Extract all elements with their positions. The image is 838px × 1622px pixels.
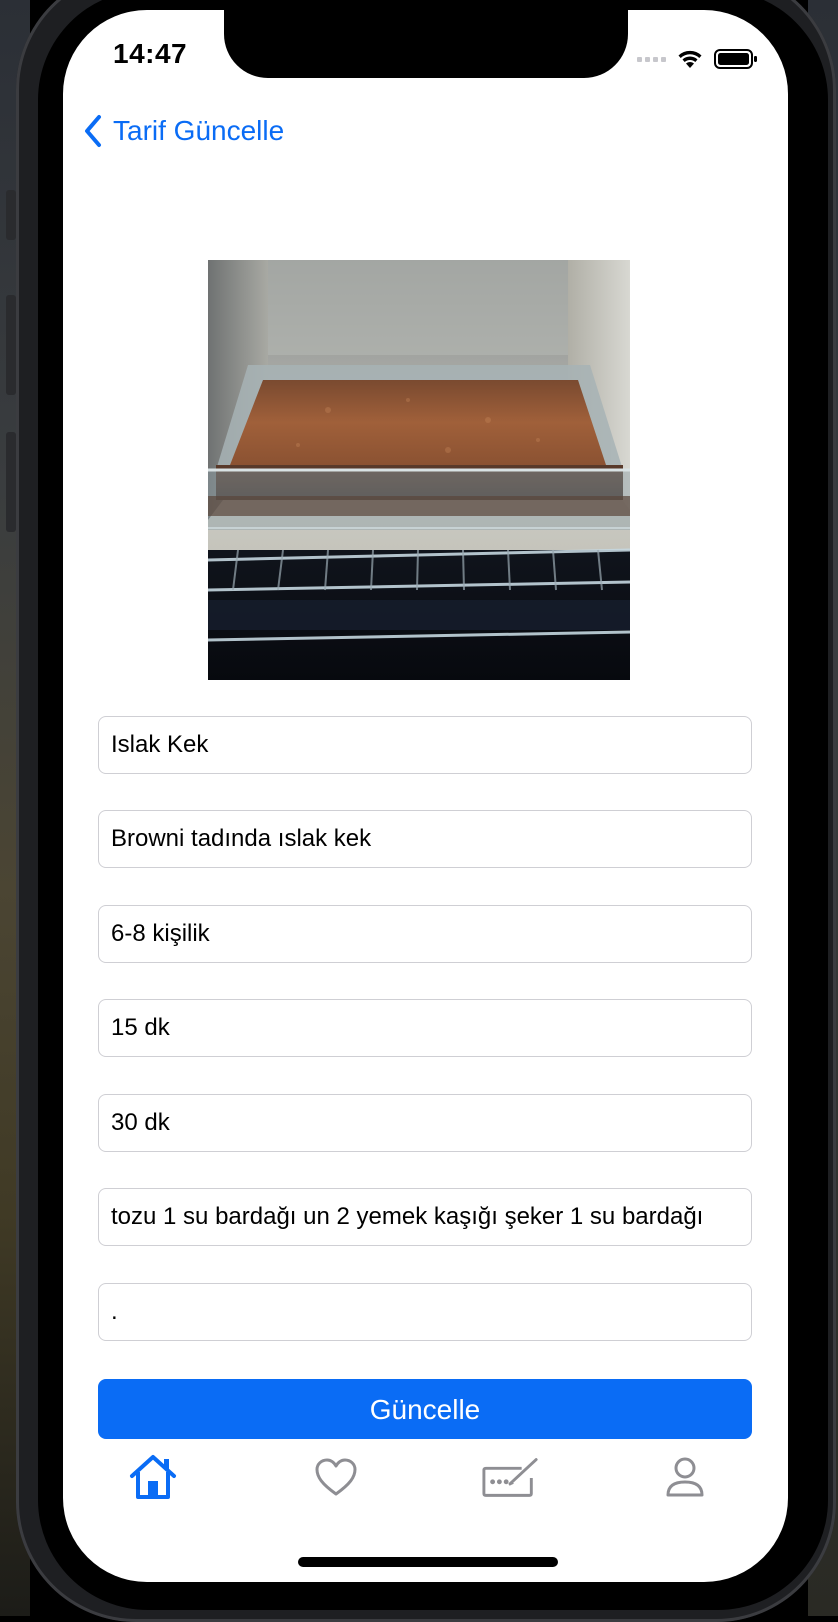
instructions-input[interactable]: [98, 1283, 752, 1341]
person-icon: [666, 1457, 704, 1497]
status-icons: [637, 48, 758, 70]
home-icon: [130, 1455, 176, 1499]
app-screen: 14:47 Tarif Güncelle Islak Kek Browni ta…: [63, 10, 788, 1582]
mute-switch: [6, 190, 16, 240]
volume-up-button: [6, 295, 16, 395]
volume-down-button: [6, 432, 16, 532]
chevron-left-icon: [85, 115, 101, 147]
update-button[interactable]: Güncelle: [98, 1379, 752, 1439]
back-button[interactable]: Tarif Güncelle: [83, 114, 284, 148]
notch: [224, 10, 628, 78]
tab-favorites[interactable]: [306, 1447, 366, 1507]
ingredients-input[interactable]: [98, 1188, 752, 1246]
battery-icon: [714, 49, 757, 69]
tab-home[interactable]: [123, 1447, 183, 1507]
cook-time-input[interactable]: [98, 1094, 752, 1152]
back-label: Tarif Güncelle: [113, 115, 285, 146]
recipe-description-input[interactable]: [98, 810, 752, 868]
tab-add-recipe[interactable]: [481, 1447, 541, 1507]
tab-bar: [63, 1447, 788, 1507]
edit-keyboard-icon: [482, 1458, 538, 1497]
tab-profile[interactable]: [655, 1447, 715, 1507]
recipe-name-input[interactable]: [98, 716, 752, 774]
cake-in-oven-illustration: [208, 260, 630, 680]
home-indicator[interactable]: [298, 1557, 558, 1567]
servings-input[interactable]: [98, 905, 752, 963]
wifi-icon: [678, 50, 702, 68]
status-time: 14:47: [113, 38, 188, 69]
cellular-signal-icon: [637, 56, 666, 62]
heart-icon: [315, 1458, 357, 1496]
prep-time-input[interactable]: [98, 999, 752, 1057]
recipe-photo[interactable]: [208, 260, 630, 680]
